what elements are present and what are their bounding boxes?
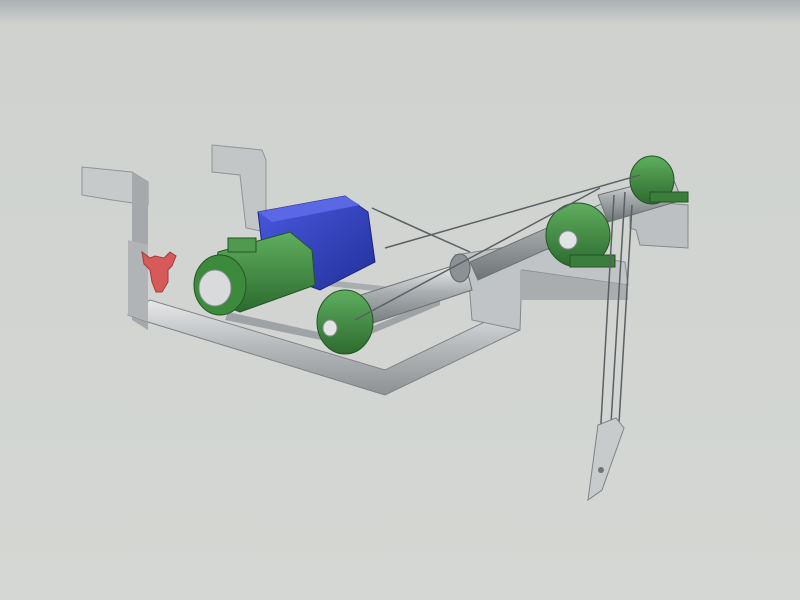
winch-mechanism-render xyxy=(0,0,800,600)
render-viewport xyxy=(0,0,800,600)
